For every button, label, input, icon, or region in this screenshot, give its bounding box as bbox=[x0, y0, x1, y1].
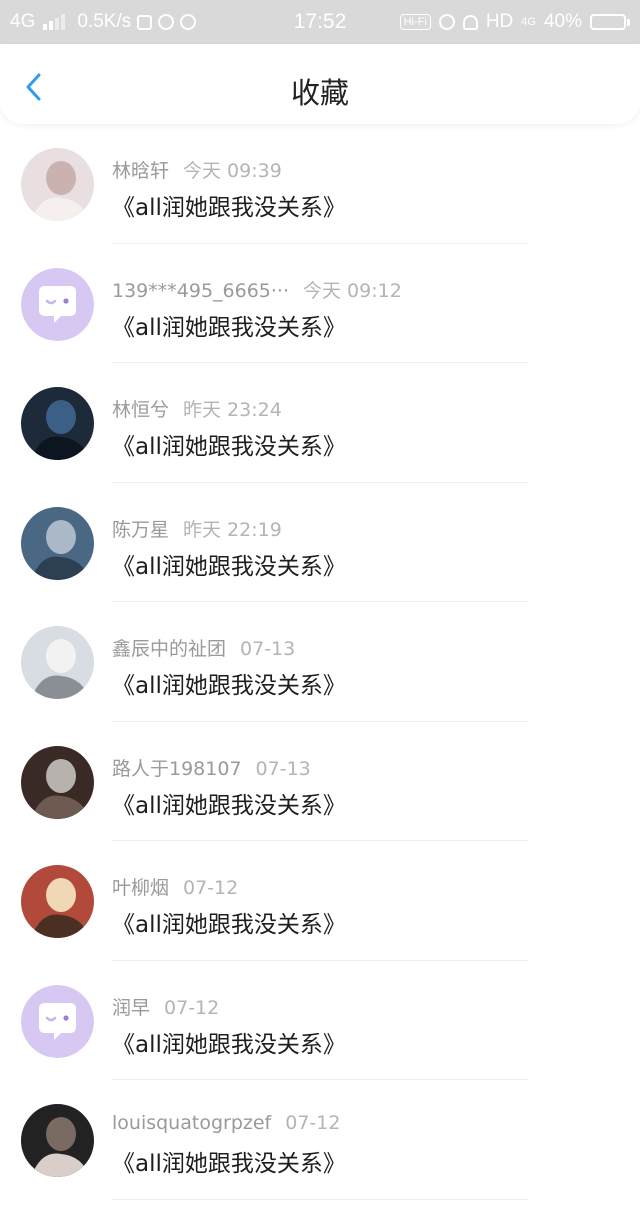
timestamp: 07-12 bbox=[183, 877, 239, 899]
book-title[interactable]: 《all润她跟我没关系》 bbox=[112, 666, 346, 700]
timestamp: 07-13 bbox=[240, 638, 296, 660]
user-photo-icon bbox=[21, 626, 94, 699]
timestamp: 07-12 bbox=[285, 1112, 341, 1134]
favorite-meta: 润早 07-12 bbox=[112, 993, 219, 1020]
timestamp: 昨天 22:19 bbox=[183, 518, 282, 541]
username[interactable]: 路人于198107 bbox=[112, 758, 242, 780]
list-item[interactable]: 139***495_6665··· 今天 09:12 《all润她跟我没关系》 bbox=[0, 244, 640, 363]
battery-icon bbox=[590, 14, 630, 30]
favorite-meta: 林晗轩 今天 09:39 bbox=[112, 156, 282, 183]
username[interactable]: 林恒兮 bbox=[112, 399, 169, 421]
avatar[interactable] bbox=[21, 865, 94, 938]
timestamp: 今天 09:39 bbox=[183, 160, 282, 182]
net-small-label: 4G bbox=[521, 16, 536, 28]
list-item[interactable]: 林晗轩 今天 09:39 《all润她跟我没关系》 bbox=[0, 124, 640, 244]
nav-bar: 收藏 bbox=[0, 44, 640, 124]
list-item[interactable]: 林恒兮 昨天 23:24 《all润她跟我没关系》 bbox=[0, 363, 640, 483]
favorite-meta: 林恒兮 昨天 23:24 bbox=[112, 395, 282, 422]
username[interactable]: 叶柳烟 bbox=[112, 877, 169, 899]
username[interactable]: 鑫辰中的祉团 bbox=[112, 638, 226, 660]
user-photo-icon bbox=[21, 506, 94, 580]
divider bbox=[112, 1198, 528, 1200]
user-photo-icon bbox=[21, 387, 94, 460]
favorites-list: 林晗轩 今天 09:39 《all润她跟我没关系》 139***495_6665···… bbox=[0, 124, 640, 1200]
hd-label: HD bbox=[485, 11, 514, 32]
timestamp: 昨天 23:24 bbox=[183, 399, 282, 421]
default-avatar-icon bbox=[21, 984, 94, 1058]
avatar[interactable] bbox=[21, 148, 94, 221]
avatar[interactable] bbox=[21, 1104, 94, 1177]
favorite-meta: 139***495_6665··· 今天 09:12 bbox=[112, 276, 402, 303]
avatar[interactable] bbox=[21, 745, 94, 819]
list-item[interactable]: 路人于198107 07-13 《all润她跟我没关系》 bbox=[0, 722, 640, 841]
username[interactable]: 陈万星 bbox=[112, 519, 169, 541]
book-title[interactable]: 《all润她跟我没关系》 bbox=[112, 308, 346, 342]
user-photo-icon bbox=[21, 148, 94, 221]
book-title[interactable]: 《all润她跟我没关系》 bbox=[112, 1144, 346, 1178]
favorite-meta: louisquatogrpzef 07-12 bbox=[112, 1112, 340, 1134]
username[interactable]: louisquatogrpzef bbox=[112, 1112, 271, 1134]
avatar[interactable] bbox=[21, 387, 94, 460]
timestamp: 今天 09:12 bbox=[303, 279, 402, 302]
avatar[interactable] bbox=[21, 626, 94, 699]
favorite-meta: 叶柳烟 07-12 bbox=[112, 873, 238, 900]
list-item[interactable]: 叶柳烟 07-12 《all润她跟我没关系》 bbox=[0, 841, 640, 961]
page-title: 收藏 bbox=[290, 76, 349, 110]
timestamp: 07-12 bbox=[164, 996, 220, 1019]
username[interactable]: 林晗轩 bbox=[112, 160, 169, 182]
user-photo-icon bbox=[21, 865, 94, 938]
book-title[interactable]: 《all润她跟我没关系》 bbox=[112, 786, 346, 820]
status-bar: 4G 0.5K/s 17:52 Hi-Fi HD 4G 40% bbox=[0, 0, 640, 44]
book-title[interactable]: 《all润她跟我没关系》 bbox=[112, 188, 346, 222]
list-item[interactable]: 陈万星 昨天 22:19 《all润她跟我没关系》 bbox=[0, 483, 640, 602]
book-title[interactable]: 《all润她跟我没关系》 bbox=[112, 427, 346, 461]
status-right: Hi-Fi HD 4G 40% bbox=[399, 11, 630, 33]
user-photo-icon bbox=[21, 745, 94, 819]
alarm-clock-icon bbox=[438, 14, 455, 30]
default-avatar-icon bbox=[21, 267, 94, 341]
avatar[interactable] bbox=[21, 984, 94, 1058]
book-title[interactable]: 《all润她跟我没关系》 bbox=[112, 1025, 346, 1059]
hifi-icon: Hi-Fi bbox=[399, 14, 431, 30]
timestamp: 07-13 bbox=[255, 757, 311, 780]
favorite-meta: 路人于198107 07-13 bbox=[112, 754, 311, 781]
book-title[interactable]: 《all润她跟我没关系》 bbox=[112, 905, 346, 939]
avatar[interactable] bbox=[21, 506, 94, 580]
battery-percent: 40% bbox=[543, 11, 582, 32]
book-title[interactable]: 《all润她跟我没关系》 bbox=[112, 547, 346, 581]
list-item[interactable]: 鑫辰中的祉团 07-13 《all润她跟我没关系》 bbox=[0, 602, 640, 722]
list-item[interactable]: louisquatogrpzef 07-12 《all润她跟我没关系》 bbox=[0, 1080, 640, 1200]
avatar[interactable] bbox=[21, 267, 94, 341]
mute-bell-icon bbox=[462, 14, 478, 30]
username[interactable]: 润早 bbox=[112, 997, 150, 1019]
list-item[interactable]: 润早 07-12 《all润她跟我没关系》 bbox=[0, 961, 640, 1080]
user-photo-icon bbox=[21, 1104, 94, 1177]
username[interactable]: 139***495_6665··· bbox=[112, 280, 289, 302]
favorite-meta: 鑫辰中的祉团 07-13 bbox=[112, 634, 295, 661]
favorite-meta: 陈万星 昨天 22:19 bbox=[112, 515, 282, 542]
